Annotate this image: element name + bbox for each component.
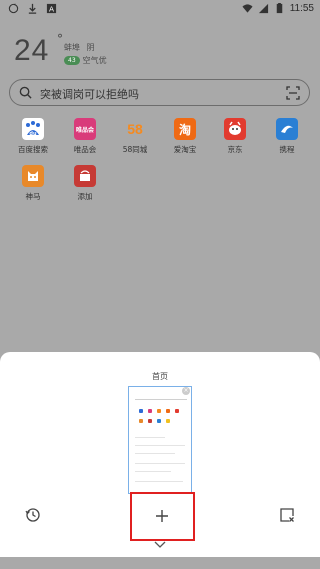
svg-text:du: du xyxy=(29,131,37,137)
aqi-badge: 43 xyxy=(64,56,80,65)
jd-icon xyxy=(224,118,246,140)
shortcut-baidu[interactable]: du 百度搜索 xyxy=(5,118,61,155)
thumb-dot xyxy=(157,409,161,413)
thumb-line xyxy=(135,463,185,464)
thumb-dot xyxy=(166,409,170,413)
tab-thumbnail[interactable]: × xyxy=(128,386,192,494)
text-app-icon: A xyxy=(46,3,57,14)
weather-location: 蚌埠 阴 xyxy=(64,42,95,53)
signal-icon xyxy=(258,3,268,14)
shortcut-taobao[interactable]: 淘 爱淘宝 xyxy=(157,118,213,155)
shortcut-label: 百度搜索 xyxy=(18,145,48,154)
thumb-dot xyxy=(157,419,161,423)
svg-text:A: A xyxy=(49,5,54,14)
add-shortcut-icon xyxy=(74,165,96,187)
close-all-tabs-icon[interactable] xyxy=(279,507,295,523)
thumb-line xyxy=(135,481,183,482)
shortcut-58[interactable]: 58 58同城 xyxy=(107,118,163,155)
navigation-bar xyxy=(0,557,320,569)
taobao-icon: 淘 xyxy=(174,118,196,140)
thumb-dot xyxy=(148,409,152,413)
air-quality-label: 空气优 xyxy=(82,56,107,65)
thumb-dot xyxy=(139,409,143,413)
shortcut-label: 爱淘宝 xyxy=(173,145,197,154)
thumb-line xyxy=(135,453,175,454)
shortcut-label: 京东 xyxy=(227,145,243,154)
scan-icon[interactable] xyxy=(286,86,300,100)
new-tab-button[interactable] xyxy=(130,492,195,541)
thumb-dot xyxy=(166,419,170,423)
wifi-icon xyxy=(242,4,253,13)
58-icon: 58 xyxy=(124,118,146,140)
58-icon-text: 58 xyxy=(127,121,143,137)
shortcut-ctrip[interactable]: 携程 xyxy=(259,118,315,155)
thumb-dot xyxy=(175,409,179,413)
shortcut-vip[interactable]: 唯品会 唯品会 xyxy=(57,118,113,155)
thumb-line xyxy=(135,445,185,446)
tab-title: 首页 xyxy=(152,372,168,381)
vip-icon: 唯品会 xyxy=(74,118,96,140)
condition: 阴 xyxy=(86,43,95,52)
vip-icon-text: 唯品会 xyxy=(75,126,94,134)
plus-icon xyxy=(156,510,168,522)
status-time: 11:55 xyxy=(289,3,314,14)
temperature: 24 xyxy=(14,34,50,67)
download-icon xyxy=(28,3,37,14)
battery-icon xyxy=(276,3,282,14)
chevron-down-icon[interactable] xyxy=(154,541,166,549)
thumb-line xyxy=(135,471,171,472)
city: 蚌埠 xyxy=(64,43,80,52)
shortcut-label: 神马 xyxy=(25,192,41,201)
shortcut-label: 唯品会 xyxy=(73,145,97,154)
baidu-icon: du xyxy=(22,118,44,140)
shortcut-label: 携程 xyxy=(279,145,295,154)
close-tab-icon[interactable]: × xyxy=(182,387,190,395)
shenma-icon xyxy=(22,165,44,187)
shortcut-shenma[interactable]: 神马 xyxy=(5,165,61,202)
search-icon xyxy=(19,86,32,99)
shortcut-jd[interactable]: 京东 xyxy=(207,118,263,155)
shortcut-label: 58同城 xyxy=(122,145,148,154)
search-input[interactable]: 突被调岗可以拒绝吗 xyxy=(40,86,139,102)
degree-symbol: ° xyxy=(57,32,63,46)
shortcut-add[interactable]: 添加 xyxy=(57,165,113,202)
search-bar[interactable]: 突被调岗可以拒绝吗 xyxy=(9,79,310,106)
ctrip-icon xyxy=(276,118,298,140)
sync-icon xyxy=(8,3,19,14)
taobao-icon-text: 淘 xyxy=(178,122,191,137)
thumb-search-line xyxy=(135,399,187,400)
thumb-dot xyxy=(148,419,152,423)
shortcut-label: 添加 xyxy=(77,192,93,201)
status-bar: A 11:55 xyxy=(0,0,320,18)
thumb-line xyxy=(135,437,165,438)
history-icon[interactable] xyxy=(25,507,41,523)
thumb-dot xyxy=(139,419,143,423)
air-quality-row: 43 空气优 xyxy=(64,55,107,66)
